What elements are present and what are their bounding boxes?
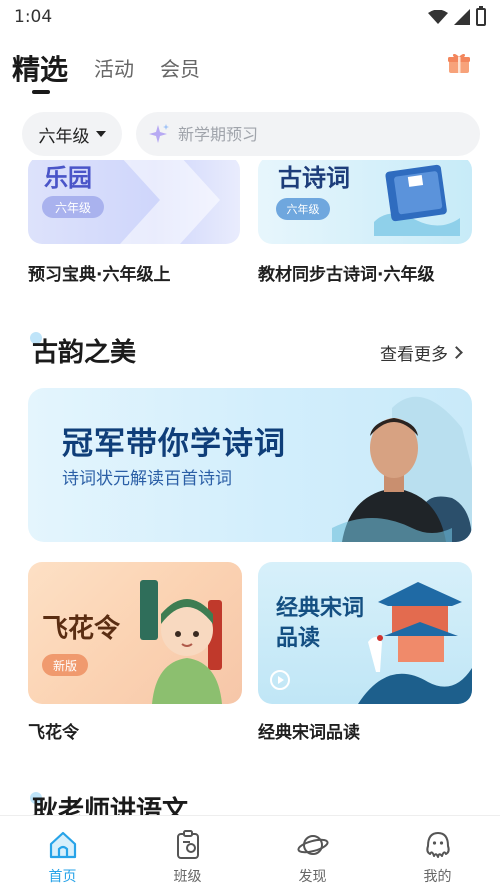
nav-home[interactable]: 首页 (0, 816, 125, 889)
card-caption[interactable]: 教材同步古诗词·六年级 (258, 260, 434, 285)
nav-class[interactable]: 班级 (125, 816, 250, 889)
card-caption[interactable]: 预习宝典·六年级上 (28, 260, 170, 285)
wifi-icon (428, 10, 448, 24)
tab-membership[interactable]: 会员 (160, 53, 200, 92)
preview-guide-banner[interactable]: 乐园 六年级 (28, 160, 240, 244)
grade-selector[interactable]: 六年级 (22, 112, 122, 156)
octopus-icon (425, 832, 450, 858)
book-stack-icon (374, 164, 460, 236)
arrow-decoration-icon (120, 160, 220, 244)
play-icon (270, 670, 290, 690)
home-icon (49, 831, 76, 859)
top-tabs: 精选 活动 会员 (12, 42, 200, 92)
status-bar: 1:04 (0, 0, 500, 34)
card-title: 飞花令 (42, 614, 121, 644)
class-icon (176, 830, 199, 859)
section-title: 古韵之美 (32, 338, 137, 368)
gift-icon[interactable] (447, 52, 471, 74)
feihualing-card[interactable]: 飞花令 新版 (28, 562, 242, 704)
poet-character-icon (140, 580, 222, 704)
chevron-right-icon (450, 346, 463, 359)
grade-tag: 六年级 (276, 198, 330, 220)
tab-activities[interactable]: 活动 (94, 53, 134, 92)
content-area[interactable]: 乐园 六年级 古诗词 六年级 预习宝典·六年级上 教材同步古诗词·六年级 古韵之… (0, 160, 500, 815)
banner-title: 古诗词 (278, 164, 350, 192)
signal-icon (454, 9, 470, 25)
grade-label: 六年级 (38, 126, 90, 147)
see-more-label: 查看更多 (380, 345, 448, 365)
search-input[interactable] (178, 124, 448, 144)
banner-title: 乐园 (44, 164, 92, 192)
search-bar[interactable] (136, 112, 480, 156)
nav-label: 我的 (423, 869, 452, 885)
tab-featured[interactable]: 精选 (12, 48, 68, 92)
banner-subtitle: 诗词状元解读百首诗词 (62, 469, 232, 489)
nav-label: 发现 (298, 869, 327, 885)
grade-tag: 六年级 (42, 196, 104, 218)
teacher-portrait-icon (332, 396, 472, 542)
battery-icon (476, 6, 486, 26)
song-ci-card[interactable]: 经典宋词品读 (258, 562, 472, 704)
pavilion-crane-icon (358, 582, 472, 704)
new-version-tag: 新版 (42, 654, 88, 676)
planet-icon (296, 835, 329, 855)
nav-label: 班级 (173, 869, 202, 885)
bottom-nav: 首页 班级 发现 我的 (0, 815, 500, 889)
nav-mine[interactable]: 我的 (375, 816, 500, 889)
caret-down-icon (95, 131, 106, 137)
sparkle-icon (149, 124, 169, 143)
see-more-link[interactable]: 查看更多 (380, 340, 463, 365)
nav-label: 首页 (48, 869, 77, 885)
card-caption[interactable]: 经典宋词品读 (258, 718, 360, 743)
champion-poetry-banner[interactable]: 冠军带你学诗词 诗词状元解读百首诗词 (28, 388, 472, 542)
section-title: 耿老师讲语文 (32, 796, 189, 815)
poetry-sync-banner[interactable]: 古诗词 六年级 (258, 160, 472, 244)
status-icons (428, 6, 486, 26)
nav-discover[interactable]: 发现 (250, 816, 375, 889)
card-caption[interactable]: 飞花令 (28, 718, 79, 743)
status-time: 1:04 (14, 7, 53, 27)
active-tab-indicator (32, 90, 50, 94)
banner-title: 冠军带你学诗词 (62, 426, 286, 462)
